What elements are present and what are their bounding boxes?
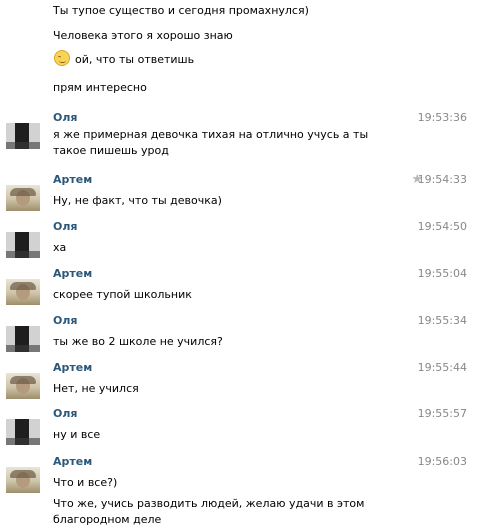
message-text: Человека этого я хорошо знаю (53, 29, 233, 42)
message-time[interactable]: 19:56:03 (418, 455, 467, 468)
avatar[interactable] (6, 326, 40, 352)
message-time[interactable]: 19:54:50 (418, 220, 467, 233)
avatar[interactable] (6, 467, 40, 493)
message-text: Что же, учись разводить людей, желаю уда… (53, 497, 365, 526)
message-text: Нет, не учился (53, 382, 139, 395)
author-name[interactable]: Артем (53, 361, 92, 374)
message-text: Ты тупое существо и сегодня промахнулся) (53, 4, 309, 17)
author-name[interactable]: Артем (53, 455, 92, 468)
author-name[interactable]: Оля (53, 111, 77, 124)
avatar[interactable] (6, 123, 40, 149)
message-text: Ну, не факт, что ты девочка) (53, 194, 222, 207)
message-text: ой, что ты ответишь (75, 53, 195, 66)
smile-emoji-icon (54, 50, 70, 66)
author-name[interactable]: Оля (53, 407, 77, 420)
message-time[interactable]: 19:55:34 (418, 314, 467, 327)
author-name[interactable]: Оля (53, 314, 77, 327)
avatar[interactable] (6, 419, 40, 445)
avatar[interactable] (6, 279, 40, 305)
message-text: ты же во 2 школе не учился? (53, 335, 223, 348)
message-text: прям интересно (53, 81, 147, 94)
avatar[interactable] (6, 373, 40, 399)
author-name[interactable]: Артем (53, 173, 92, 186)
message-text: ну и все (53, 428, 101, 441)
message-text: Что и все?) (53, 476, 118, 489)
message-time[interactable]: 19:55:57 (418, 407, 467, 420)
author-name[interactable]: Артем (53, 267, 92, 280)
message-time[interactable]: 19:55:04 (418, 267, 467, 280)
message-time[interactable]: 19:53:36 (418, 111, 467, 124)
author-name[interactable]: Оля (53, 220, 77, 233)
message-text: ха (53, 241, 67, 254)
message-time[interactable]: 19:54:33 (418, 173, 467, 186)
avatar[interactable] (6, 232, 40, 258)
message-text: скорее тупой школьник (53, 288, 192, 301)
avatar[interactable] (6, 185, 40, 211)
message-text: я же примерная девочка тихая на отлично … (53, 128, 369, 157)
message-time[interactable]: 19:55:44 (418, 361, 467, 374)
